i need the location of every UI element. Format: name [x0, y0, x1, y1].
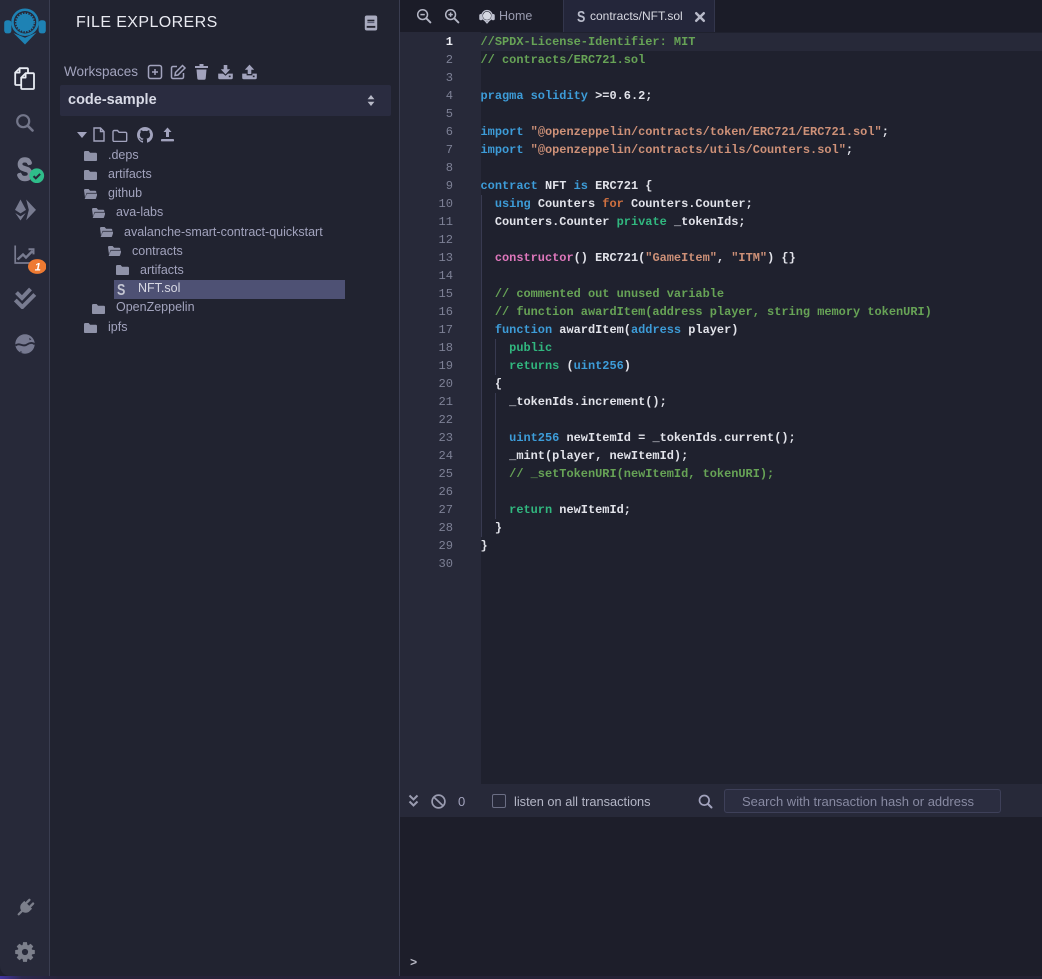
svg-text:1: 1 [34, 261, 40, 273]
